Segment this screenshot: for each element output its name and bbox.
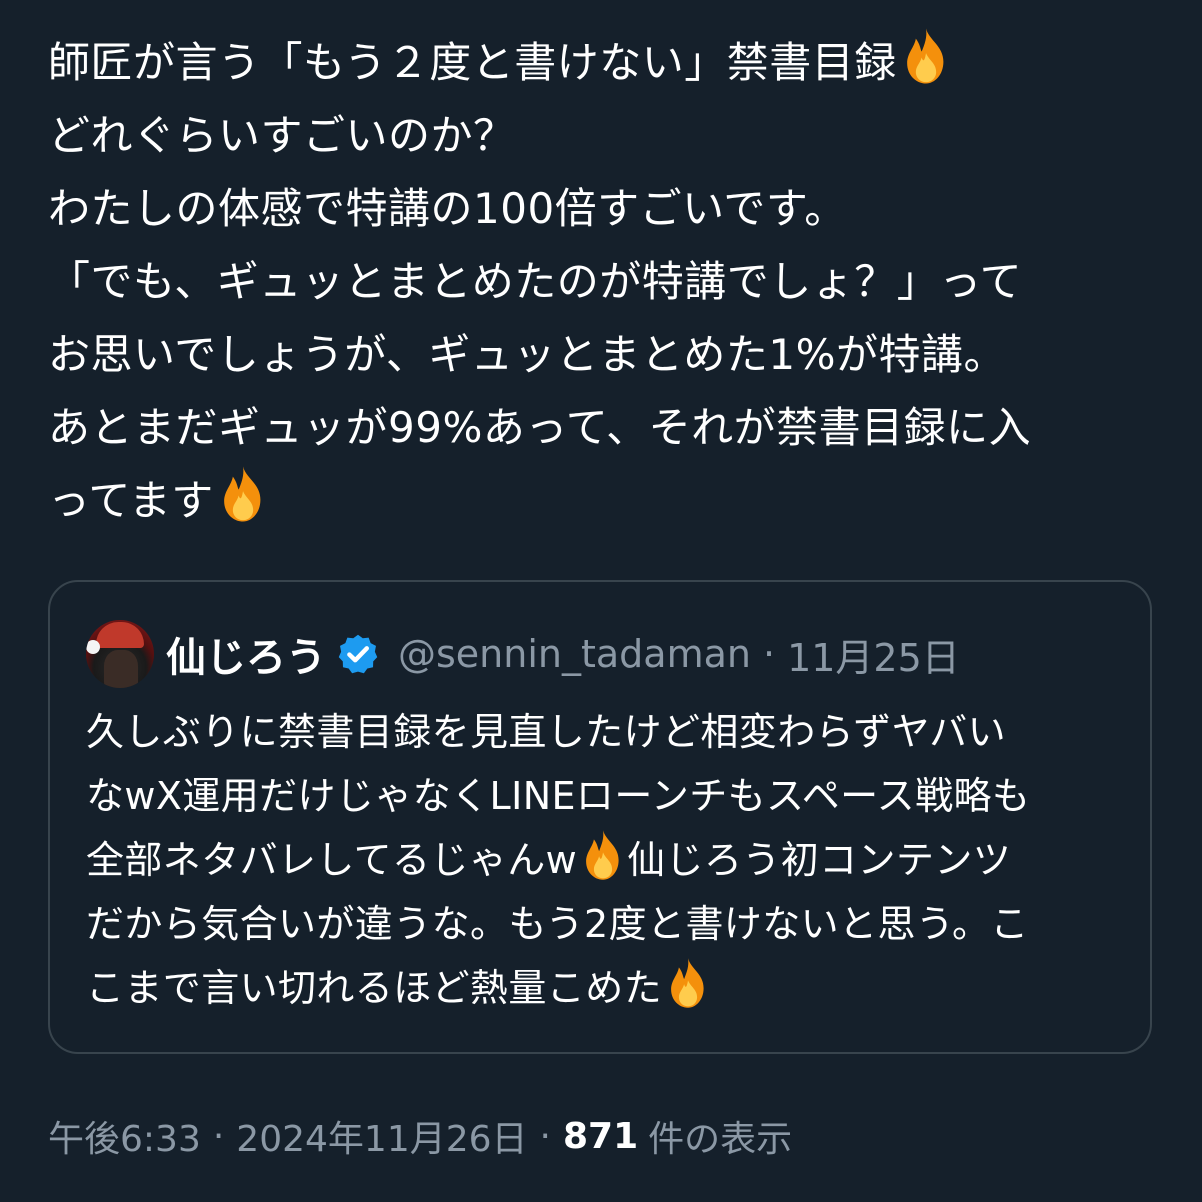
quoted-line: だから気合いが違うな。もう2度と書けないと思う。こ xyxy=(86,902,1029,946)
separator-dot: · xyxy=(539,1115,551,1157)
views-count[interactable]: 871 xyxy=(563,1116,638,1157)
fire-icon xyxy=(664,957,712,1009)
tweet-meta: 午後6:33 · 2024年11月26日 · 871 件の表示 xyxy=(48,1110,792,1162)
views-label: 件の表示 xyxy=(648,1119,793,1160)
quoted-line-text: 全部ネタバレしてるじゃんw xyxy=(86,838,578,882)
quoted-line-text: こまで言い切れるほど熱量こめた xyxy=(86,966,663,1010)
quoted-line-text: 仙じろう初コンテンツ xyxy=(627,838,1012,882)
fire-icon xyxy=(216,465,270,523)
fire-icon xyxy=(899,27,953,85)
separator-dot: · xyxy=(762,632,776,676)
quoted-author-handle[interactable]: @sennin_tadaman xyxy=(398,632,751,676)
quoted-line: なwX運用だけじゃなくLINEローンチもスペース戦略も xyxy=(86,774,1031,818)
verified-badge-icon xyxy=(336,632,380,676)
tweet-line: あとまだギュッが99%あって、それが禁書目録に入 xyxy=(48,403,1032,452)
tweet-line: わたしの体感で特講の100倍すごいです。 xyxy=(48,184,847,233)
tweet-line: 師匠が言う「もう２度と書けない」禁書目録 xyxy=(48,26,1168,99)
tweet-time[interactable]: 午後6:33 xyxy=(48,1110,201,1162)
tweet-line-text: 師匠が言う「もう２度と書けない」禁書目録 xyxy=(48,38,897,87)
tweet-line: ってます xyxy=(48,464,1168,537)
quoted-line: こまで言い切れるほど熱量こめた xyxy=(86,956,1126,1020)
quoted-tweet-date[interactable]: 11月25日 xyxy=(787,627,960,682)
quoted-tweet-header: 仙じろう @sennin_tadaman · 11月25日 xyxy=(86,618,960,690)
quoted-author-name[interactable]: 仙じろう xyxy=(166,625,326,683)
tweet-line: どれぐらいすごいのか？ xyxy=(48,111,516,160)
tweet-line: お思いでしょうが、ギュッとまとめた1%が特講。 xyxy=(48,330,1007,379)
quoted-tweet[interactable]: 仙じろう @sennin_tadaman · 11月25日 久しぶりに禁書目録を… xyxy=(48,580,1152,1054)
tweet-line-text: ってます xyxy=(48,476,214,525)
tweet-date[interactable]: 2024年11月26日 xyxy=(236,1110,527,1162)
fire-icon xyxy=(579,829,627,881)
tweet-text: 師匠が言う「もう２度と書けない」禁書目録 どれぐらいすごいのか？ わたしの体感で… xyxy=(48,26,1168,537)
avatar[interactable] xyxy=(86,620,154,688)
separator-dot: · xyxy=(212,1115,225,1157)
tweet-line: 「でも、ギュッとまとめたのが特講でしょ？」って xyxy=(48,257,1023,306)
quoted-tweet-text: 久しぶりに禁書目録を見直したけど相変わらずヤバい なwX運用だけじゃなくLINE… xyxy=(86,700,1126,1020)
quoted-line: 久しぶりに禁書目録を見直したけど相変わらずヤバい xyxy=(86,710,1007,754)
quoted-line: 全部ネタバレしてるじゃんw 仙じろう初コンテンツ xyxy=(86,828,1126,892)
